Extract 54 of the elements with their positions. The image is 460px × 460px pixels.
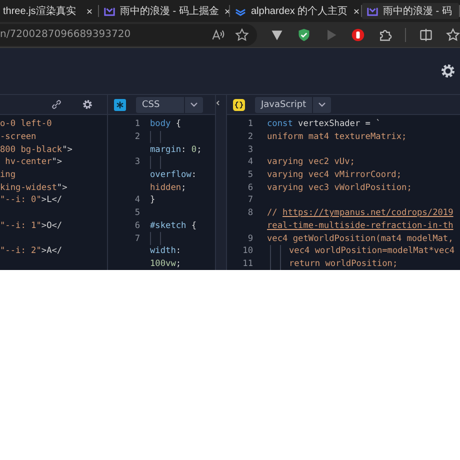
code-line: // https://tympanus.net/codrops/2019 (267, 208, 454, 218)
line-number: 3 (246, 144, 253, 155)
code-line: } (150, 195, 156, 206)
tab-title: alphardex 的个人主页 (251, 4, 348, 18)
code-line: king-widest"> (0, 182, 68, 193)
code-line: o-0 left-0 (0, 119, 52, 130)
line-number: 11 (242, 258, 253, 269)
code-line: return worldPosition; (289, 258, 398, 269)
code-line: real-time-multiside-refraction-in-th (267, 220, 454, 231)
line-number: 7 (246, 195, 253, 206)
code-line: hidden; (150, 182, 186, 193)
line-number: 3 (134, 157, 140, 168)
tab-title: three.js渲染真实 (3, 4, 77, 18)
code-line: overflow: (150, 170, 197, 180)
line-number: 7 (134, 234, 140, 244)
code-line: 800 bg-black"> (0, 144, 72, 155)
address-field[interactable]: n/7200287096689393720 (0, 24, 257, 46)
code-line: 100vw; (150, 258, 182, 269)
line-number: 5 (246, 170, 253, 180)
line-number: 6 (134, 220, 140, 231)
browser-tab[interactable]: 雨中的浪漫 - 码 (362, 3, 459, 19)
line-number: 6 (246, 182, 253, 193)
line-number: 4 (134, 195, 140, 206)
line-number: 9 (246, 234, 253, 244)
code-line: "--i: 0">L</ (0, 195, 62, 206)
code-line: const vertexShader = ` (267, 119, 381, 130)
code-line: varying vec4 vMirrorCoord; (267, 170, 402, 180)
url-text: n/7200287096689393720 (0, 29, 132, 40)
code-line: margin: 0; (150, 144, 202, 155)
code-line: vec4 getWorldPosition(mat4 modelMat, (267, 234, 454, 244)
code-line: "--i: 2">A</ (0, 246, 62, 256)
tab-title: 雨中的浪漫 - 码上掘金 (120, 4, 219, 18)
code-line: #sketch { (150, 220, 197, 231)
line-number: 10 (242, 246, 253, 256)
code-line: varying vec3 vWorldPosition; (267, 182, 412, 193)
line-number: 2 (134, 132, 140, 142)
line-number: 5 (134, 208, 140, 218)
line-number: 1 (134, 119, 140, 130)
code-line: hv-center"> (4, 157, 62, 168)
line-number: 2 (246, 132, 253, 142)
code-line: body { (150, 119, 182, 130)
line-number: 4 (246, 157, 253, 168)
code-line: varying vec2 vUv; (267, 157, 355, 168)
code-line: uniform mat4 textureMatrix; (267, 132, 407, 142)
code-line: -screen (0, 132, 36, 142)
code-line: width: (150, 246, 182, 256)
code-line: ing (0, 170, 16, 180)
line-number: 8 (246, 208, 253, 218)
code-line: "--i: 1">O</ (0, 220, 62, 231)
language-select[interactable]: JavaScript (255, 96, 332, 112)
code-line: vec4 worldPosition=modelMat*vec4 (289, 246, 455, 256)
language-select[interactable]: CSS (136, 96, 203, 112)
tab-title: 雨中的浪漫 - 码 (383, 4, 453, 18)
line-number: 1 (246, 119, 253, 130)
